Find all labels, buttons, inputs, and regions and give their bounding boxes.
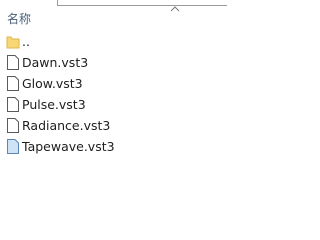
column-header-label: 名称 [7,12,32,26]
list-item-tapewave[interactable]: Tapewave.vst3 [2,136,223,157]
folder-icon [6,36,20,49]
list-item-parent-folder[interactable]: .. [2,31,223,52]
search-input[interactable] [57,0,227,6]
list-item-radiance[interactable]: Radiance.vst3 [2,115,223,136]
list-item-glow[interactable]: Glow.vst3 [2,73,223,94]
file-browser: 名称 .. Dawn.vst3 Glow.vst3 Pulse.vst3 Rad… [0,0,227,227]
file-blue-icon [7,139,19,154]
file-name: Dawn.vst3 [22,55,89,70]
file-name: Tapewave.vst3 [22,139,115,154]
file-icon [7,76,19,91]
file-icon [7,118,19,133]
list-item-pulse[interactable]: Pulse.vst3 [2,94,223,115]
file-name: Pulse.vst3 [22,97,86,112]
list-item-dawn[interactable]: Dawn.vst3 [2,52,223,73]
column-header-name[interactable]: 名称 [0,8,225,30]
file-name: Radiance.vst3 [22,118,111,133]
file-icon [7,55,19,70]
file-icon [7,97,19,112]
file-name: .. [22,34,30,49]
file-name: Glow.vst3 [22,76,83,91]
